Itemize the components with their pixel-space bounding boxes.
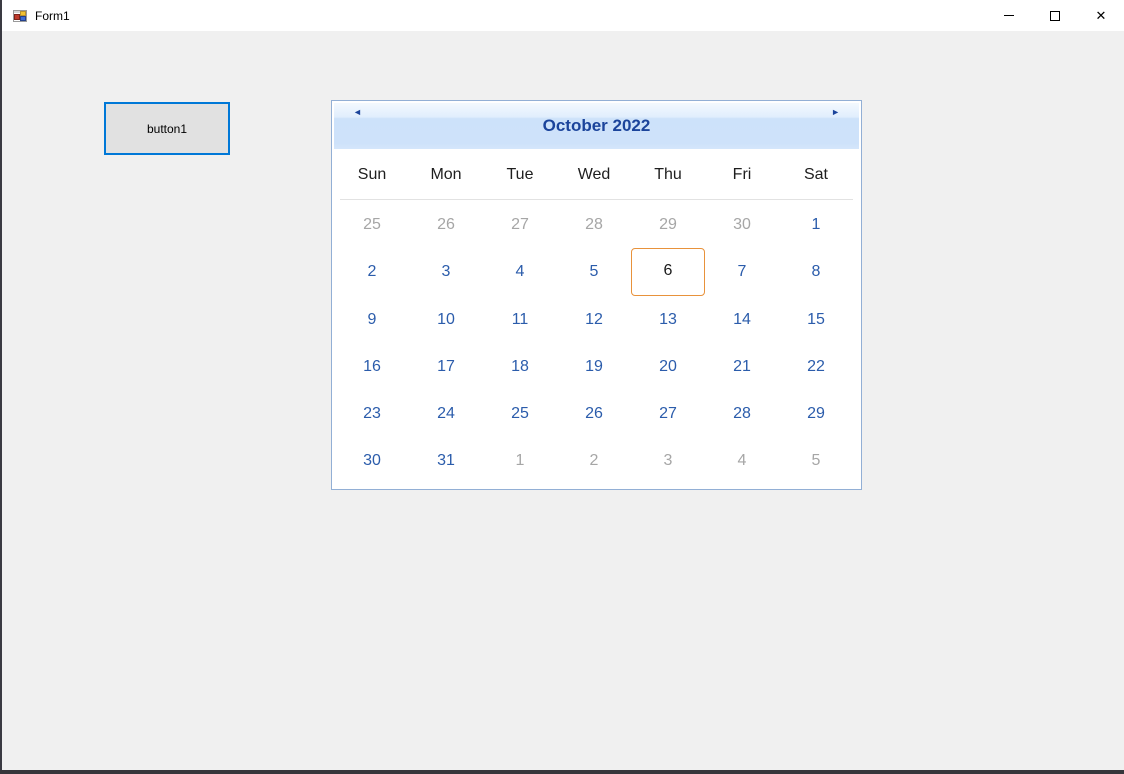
calendar-day[interactable]: 16 [335,343,409,390]
calendar-day[interactable]: 14 [705,296,779,343]
calendar-day[interactable]: 23 [335,390,409,437]
calendar-day[interactable]: 21 [705,343,779,390]
next-month-arrow-icon[interactable]: ► [831,106,840,118]
calendar-day[interactable]: 1 [779,201,853,248]
calendar-day[interactable]: 5 [779,437,853,484]
day-header-separator [340,199,853,200]
calendar-day[interactable]: 4 [705,437,779,484]
calendar-day[interactable]: 5 [557,248,631,295]
calendar-day[interactable]: 9 [335,296,409,343]
form-icon [12,8,28,24]
calendar-day[interactable]: 2 [335,248,409,295]
close-icon: ✕ [1095,8,1107,23]
calendar-day[interactable]: 15 [779,296,853,343]
calendar-day[interactable]: 20 [631,343,705,390]
calendar-day[interactable]: 2 [557,437,631,484]
maximize-button[interactable] [1032,0,1078,31]
form-client-area: button1 ◄ October 2022 ► Sun Mon Tue Wed Thu… [0,31,1124,774]
calendar-day[interactable]: 31 [409,437,483,484]
minimize-icon [1004,15,1014,16]
calendar-day[interactable]: 3 [409,248,483,295]
calendar-day[interactable]: 29 [779,390,853,437]
calendar-day[interactable]: 17 [409,343,483,390]
window-controls: ✕ [986,0,1124,31]
calendar-day[interactable]: 28 [557,201,631,248]
calendar-day-today[interactable]: 6 [631,248,705,296]
button1[interactable]: button1 [104,102,230,155]
calendar-day[interactable]: 22 [779,343,853,390]
calendar-title[interactable]: October 2022 [334,103,859,149]
day-header-sat: Sat [803,166,828,183]
screen-edge-bottom [0,770,1124,774]
calendar-day[interactable]: 8 [779,248,853,295]
titlebar: Form1 ✕ [0,0,1124,31]
maximize-icon [1050,10,1060,21]
calendar-day[interactable]: 29 [631,201,705,248]
calendar-header: ◄ October 2022 ► [334,103,859,149]
calendar-day[interactable]: 30 [705,201,779,248]
calendar-day[interactable]: 13 [631,296,705,343]
calendar-day[interactable]: 10 [409,296,483,343]
calendar-day[interactable]: 24 [409,390,483,437]
calendar-day[interactable]: 4 [483,248,557,295]
day-header-tue: Tue [506,166,534,183]
calendar-day[interactable]: 12 [557,296,631,343]
day-header-mon: Mon [430,166,462,183]
calendar-day[interactable]: 25 [335,201,409,248]
calendar-day[interactable]: 27 [631,390,705,437]
window-title: Form1 [35,8,70,23]
day-header-sun: Sun [357,166,387,183]
calendar-day[interactable]: 25 [483,390,557,437]
calendar-day[interactable]: 1 [483,437,557,484]
minimize-button[interactable] [986,0,1032,31]
calendar-day[interactable]: 28 [705,390,779,437]
day-header-fri: Fri [732,166,752,183]
calendar-day[interactable]: 18 [483,343,557,390]
calendar-day[interactable]: 27 [483,201,557,248]
close-button[interactable]: ✕ [1078,0,1124,31]
calendar-day[interactable]: 11 [483,296,557,343]
calendar-day[interactable]: 26 [557,390,631,437]
screen-edge-left [0,0,2,774]
day-headers-row: Sun Mon Tue Wed Thu Fri Sat [333,151,853,199]
calendar-day[interactable]: 26 [409,201,483,248]
calendar-day[interactable]: 3 [631,437,705,484]
calendar-day[interactable]: 30 [335,437,409,484]
month-calendar: ◄ October 2022 ► Sun Mon Tue Wed Thu Fri Sat 2… [331,100,862,490]
calendar-day[interactable]: 7 [705,248,779,295]
calendar-grid: 25 26 27 28 29 30 1 2 3 4 5 6 7 8 9 10 11 12 13 14 15 16 17 18 1… [333,201,853,485]
day-header-wed: Wed [577,166,611,183]
day-header-thu: Thu [654,166,682,183]
calendar-day[interactable]: 19 [557,343,631,390]
